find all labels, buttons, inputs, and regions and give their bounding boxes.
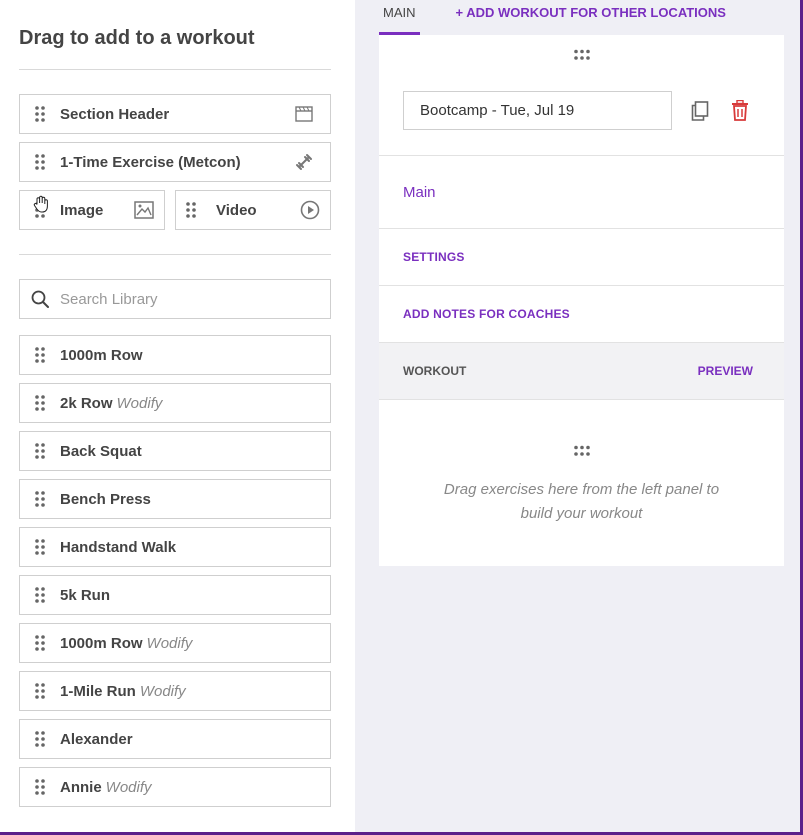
divider xyxy=(19,254,331,255)
exercise-name: 1000m Row xyxy=(60,346,143,364)
dumbbell-icon xyxy=(294,152,314,172)
list-item[interactable]: Bench Press xyxy=(19,479,331,519)
left-panel: Drag to add to a workout Section Header … xyxy=(0,0,355,835)
panel-title: Drag to add to a workout xyxy=(19,27,255,49)
exercise-name: 5k Run xyxy=(60,586,111,604)
list-item[interactable]: 2k Row Wodify xyxy=(19,383,331,423)
drag-handle-icon[interactable] xyxy=(379,35,784,75)
exercise-name: 1-Mile Run Wodify xyxy=(60,682,186,700)
grip-dots-icon[interactable] xyxy=(20,576,60,614)
exercise-name: Back Squat xyxy=(60,442,142,460)
video-block[interactable]: Video xyxy=(175,190,331,230)
search-icon xyxy=(20,280,60,318)
workout-label: WORKOUT xyxy=(403,364,467,378)
preview-button[interactable]: PREVIEW xyxy=(698,364,753,378)
image-icon xyxy=(134,200,154,220)
workout-title-input[interactable] xyxy=(403,91,672,130)
workout-editor-panel: MAIN + ADD WORKOUT FOR OTHER LOCATIONS M… xyxy=(355,0,800,832)
grip-dots-icon[interactable] xyxy=(20,672,60,710)
grip-dots-icon[interactable] xyxy=(20,384,60,422)
trash-icon[interactable] xyxy=(731,99,749,126)
block-label: Video xyxy=(216,201,257,219)
location-tabs: MAIN + ADD WORKOUT FOR OTHER LOCATIONS xyxy=(379,0,726,35)
list-item[interactable]: 5k Run xyxy=(19,575,331,615)
copy-icon[interactable] xyxy=(691,101,709,126)
list-item[interactable]: Back Squat xyxy=(19,431,331,471)
exercise-name: 2k Row Wodify xyxy=(60,394,163,412)
workout-title-row xyxy=(379,75,784,156)
divider xyxy=(19,69,331,70)
list-item[interactable]: Handstand Walk xyxy=(19,527,331,567)
search-library-field[interactable] xyxy=(19,279,331,319)
drop-hint-text: Drag exercises here from the left panel … xyxy=(443,481,720,522)
exercise-name: Bench Press xyxy=(60,490,151,508)
grip-dots-icon[interactable] xyxy=(178,191,204,229)
exercise-name: Handstand Walk xyxy=(60,538,177,556)
list-item[interactable]: 1-Mile Run Wodify xyxy=(19,671,331,711)
grip-dots-icon[interactable] xyxy=(20,143,60,181)
grip-dots-icon[interactable] xyxy=(20,432,60,470)
search-input[interactable] xyxy=(60,290,320,308)
grip-dots-icon[interactable] xyxy=(20,528,60,566)
exercise-name: Annie Wodify xyxy=(60,778,152,796)
one-time-exercise-block[interactable]: 1-Time Exercise (Metcon) xyxy=(19,142,331,182)
play-circle-icon xyxy=(300,200,320,220)
grip-dots-icon[interactable] xyxy=(20,720,60,758)
block-label: Image xyxy=(60,201,104,219)
exercise-name: 1000m Row Wodify xyxy=(60,634,193,652)
settings-link[interactable]: SETTINGS xyxy=(379,229,784,286)
tab-main[interactable]: MAIN xyxy=(379,0,420,35)
grip-dots-icon[interactable] xyxy=(20,624,60,662)
grip-dots-icon[interactable] xyxy=(20,95,60,133)
section-header-block[interactable]: Section Header xyxy=(19,94,331,134)
workout-card: Main SETTINGS ADD NOTES FOR COACHES WORK… xyxy=(379,35,784,566)
list-item[interactable]: Alexander xyxy=(19,719,331,759)
exercise-drop-zone[interactable]: Drag exercises here from the left panel … xyxy=(379,400,784,566)
list-item[interactable]: 1000m Row xyxy=(19,335,331,375)
exercise-name: Alexander xyxy=(60,730,133,748)
add-notes-for-coaches-link[interactable]: ADD NOTES FOR COACHES xyxy=(379,286,784,343)
section-main[interactable]: Main xyxy=(379,156,784,229)
list-item[interactable]: 1000m Row Wodify xyxy=(19,623,331,663)
add-workout-other-locations-link[interactable]: + ADD WORKOUT FOR OTHER LOCATIONS xyxy=(456,0,726,35)
list-item[interactable]: Annie Wodify xyxy=(19,767,331,807)
image-block[interactable]: Image xyxy=(19,190,165,230)
grip-dots-icon[interactable] xyxy=(20,768,60,806)
grip-dots-icon[interactable] xyxy=(20,480,60,518)
grip-dots-icon[interactable] xyxy=(20,336,60,374)
drag-handle-icon xyxy=(573,444,591,462)
grab-hand-cursor-icon xyxy=(33,195,49,218)
block-label: 1-Time Exercise (Metcon) xyxy=(60,153,241,171)
section-header-icon xyxy=(294,104,314,124)
workout-section-header: WORKOUT PREVIEW xyxy=(379,343,784,400)
block-label: Section Header xyxy=(60,105,170,123)
